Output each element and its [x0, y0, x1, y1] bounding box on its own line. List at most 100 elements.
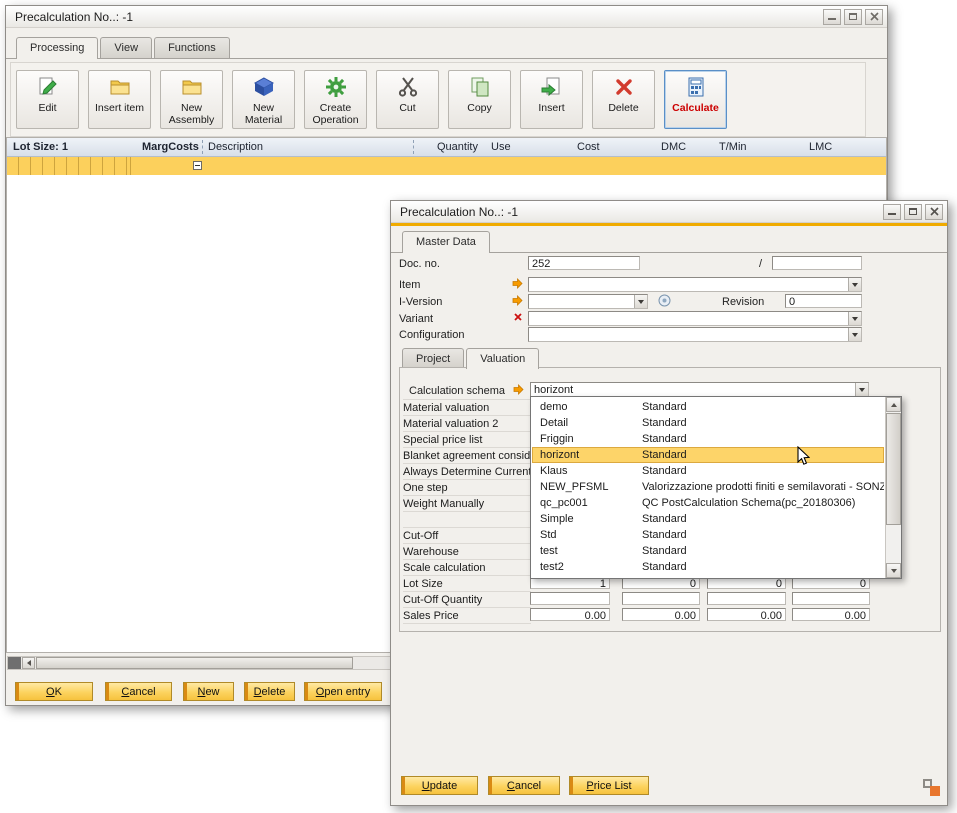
delete-row-button-label: Delete	[254, 686, 286, 698]
link-arrow-icon[interactable]	[513, 384, 524, 398]
row-special-price-list[interactable]: Special price list	[403, 432, 531, 448]
row-one-step[interactable]: One step	[403, 480, 531, 496]
margcosts-header: MargCosts	[142, 141, 199, 153]
dropdown-item-klaus[interactable]: KlausStandard	[532, 463, 884, 479]
scroll-down-icon[interactable]	[886, 563, 901, 578]
row-lot-size[interactable]: Lot Size	[403, 576, 531, 592]
resize-grip-icon[interactable]	[923, 779, 940, 796]
revision-value: 0	[789, 296, 795, 308]
maximize-icon[interactable]	[844, 9, 862, 25]
delete-button[interactable]: Delete	[592, 70, 655, 129]
item-name: qc_pc001	[540, 497, 588, 509]
row-cutoff-quantity[interactable]: Cut-Off Quantity	[403, 592, 531, 608]
tab-view[interactable]: View	[100, 37, 152, 58]
row-cut-off[interactable]: Cut-Off	[403, 528, 531, 544]
tab-processing[interactable]: Processing	[16, 37, 98, 59]
edit-button[interactable]: Edit	[16, 70, 79, 129]
row-sales-price[interactable]: Sales Price	[403, 608, 531, 624]
sales-price-field-2[interactable]: 0.00	[622, 608, 700, 621]
revision-field[interactable]: 0	[785, 294, 862, 308]
row-material-valuation[interactable]: Material valuation	[403, 400, 531, 416]
item-combo[interactable]	[528, 277, 862, 292]
sales-price-field-1[interactable]: 0.00	[530, 608, 610, 621]
dropdown-item-test[interactable]: testStandard	[532, 543, 884, 559]
master-window-titlebar[interactable]: Precalculation No..: -1	[391, 201, 947, 223]
row-always-determine[interactable]: Always Determine Current M	[403, 464, 531, 480]
cancel-button[interactable]: Cancel	[488, 776, 560, 795]
configuration-combo[interactable]	[528, 327, 862, 342]
splitter-handle[interactable]	[8, 657, 21, 669]
cutoff-qty-field-4[interactable]	[792, 592, 870, 605]
grid-header[interactable]: Lot Size: 1 MargCosts Description Quanti…	[7, 138, 886, 157]
minimize-icon[interactable]	[823, 9, 841, 25]
tab-valuation[interactable]: Valuation	[466, 348, 539, 369]
ok-button[interactable]: OK	[15, 682, 93, 701]
copy-button[interactable]: Copy	[448, 70, 511, 129]
maximize-icon[interactable]	[904, 204, 922, 220]
scroll-left-icon[interactable]	[22, 657, 35, 669]
version-list-icon[interactable]	[658, 294, 671, 310]
row-weight-manually[interactable]: Weight Manually	[403, 496, 531, 512]
sales-price-field-4[interactable]: 0.00	[792, 608, 870, 621]
cutoff-qty-field-1[interactable]	[530, 592, 610, 605]
chevron-down-icon[interactable]	[855, 383, 868, 396]
dropdown-item-test2[interactable]: test2Standard	[532, 559, 884, 575]
new-material-button[interactable]: New Material	[232, 70, 295, 129]
open-entry-button[interactable]: Open entry	[304, 682, 382, 701]
dropdown-item-demo[interactable]: demoStandard	[532, 399, 884, 415]
iversion-combo[interactable]	[528, 294, 648, 309]
scrollbar-thumb[interactable]	[36, 657, 353, 669]
row-scale-calculation[interactable]: Scale calculation	[403, 560, 531, 576]
link-arrow-icon[interactable]	[512, 295, 523, 309]
doc-no-field[interactable]: 252	[528, 256, 640, 270]
tree-expander-icon[interactable]	[193, 161, 202, 170]
chevron-down-icon[interactable]	[634, 295, 647, 308]
cancel-button[interactable]: Cancel	[105, 682, 172, 701]
tab-project[interactable]: Project	[402, 348, 464, 367]
update-button[interactable]: Update	[401, 776, 478, 795]
chevron-down-icon[interactable]	[848, 312, 861, 325]
tab-functions[interactable]: Functions	[154, 37, 230, 58]
new-button[interactable]: New	[183, 682, 234, 701]
dropdown-item-detail[interactable]: DetailStandard	[532, 415, 884, 431]
doc-no-value: 252	[532, 258, 550, 270]
link-arrow-icon[interactable]	[512, 278, 523, 292]
create-operation-button[interactable]: Create Operation	[304, 70, 367, 129]
doc-no-field-2[interactable]	[772, 256, 862, 270]
chevron-down-icon[interactable]	[848, 278, 861, 291]
row-warehouse[interactable]: Warehouse	[403, 544, 531, 560]
tab-master-data[interactable]: Master Data	[402, 231, 490, 253]
insert-item-button[interactable]: Insert item	[88, 70, 151, 129]
calculate-button[interactable]: Calculate	[664, 70, 727, 129]
precalculation-master-data-window: Precalculation No..: -1 Master Data Doc.…	[390, 200, 948, 806]
row-blanket-agreement[interactable]: Blanket agreement consider	[403, 448, 531, 464]
selected-grid-row[interactable]	[7, 157, 886, 175]
dropdown-item-new-pfsml[interactable]: NEW_PFSMLValorizzazione prodotti finiti …	[532, 479, 884, 495]
dropdown-scrollbar[interactable]	[885, 397, 901, 578]
main-window-titlebar[interactable]: Precalculation No..: -1	[6, 6, 887, 28]
item-name: Simple	[540, 513, 574, 525]
dropdown-item-std[interactable]: StdStandard	[532, 527, 884, 543]
row-label: Cut-Off Quantity	[403, 594, 482, 606]
new-assembly-button[interactable]: New Assembly	[160, 70, 223, 129]
dropdown-item-qc-pc001[interactable]: qc_pc001QC PostCalculation Schema(pc_201…	[532, 495, 884, 511]
scroll-up-icon[interactable]	[886, 397, 901, 412]
row-material-valuation-2[interactable]: Material valuation 2	[403, 416, 531, 432]
dropdown-item-friggin[interactable]: FrigginStandard	[532, 431, 884, 447]
sales-price-field-3[interactable]: 0.00	[707, 608, 786, 621]
chevron-down-icon[interactable]	[848, 328, 861, 341]
close-icon[interactable]	[925, 204, 943, 220]
calc-schema-combo[interactable]: horizont	[530, 382, 869, 397]
insert-button[interactable]: Insert	[520, 70, 583, 129]
variant-combo[interactable]	[528, 311, 862, 326]
cut-button[interactable]: Cut	[376, 70, 439, 129]
close-icon[interactable]	[865, 9, 883, 25]
cutoff-qty-field-3[interactable]	[707, 592, 786, 605]
price-list-button[interactable]: Price List	[569, 776, 649, 795]
delete-row-button[interactable]: Delete	[244, 682, 295, 701]
dropdown-item-simple[interactable]: SimpleStandard	[532, 511, 884, 527]
cutoff-qty-field-2[interactable]	[622, 592, 700, 605]
minimize-icon[interactable]	[883, 204, 901, 220]
scrollbar-thumb[interactable]	[886, 413, 901, 525]
dropdown-item-horizont[interactable]: horizontStandard	[532, 447, 884, 463]
